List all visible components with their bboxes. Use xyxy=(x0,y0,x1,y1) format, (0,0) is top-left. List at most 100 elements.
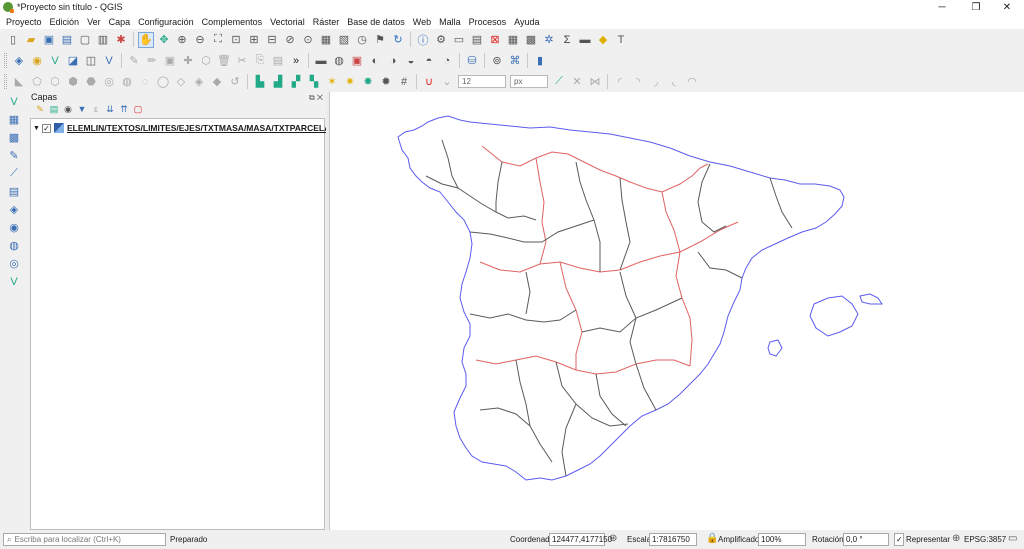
delete-selected-icon[interactable]: 🗑 xyxy=(216,53,232,69)
label-pin-star-icon[interactable]: ✶ xyxy=(324,74,340,90)
font-unit-dropdown[interactable]: px xyxy=(510,75,548,88)
layer-row[interactable]: ▼ ✓ ELEMLIN/TEXTOS/LIMITES/EJES/TXTMASA/… xyxy=(33,122,337,134)
menu-configuracion[interactable]: Configuración xyxy=(134,17,198,27)
new-3d-view-icon[interactable]: ▧ xyxy=(336,32,352,48)
paste-features-icon[interactable]: ▤ xyxy=(270,53,286,69)
zoom-in-icon[interactable]: ⊕ xyxy=(174,32,190,48)
python-console-icon[interactable]: ⌘ xyxy=(507,53,523,69)
cross-icon[interactable]: ✕ xyxy=(569,74,585,90)
new-print-layout-icon[interactable]: ▢ xyxy=(77,32,93,48)
menu-raster[interactable]: Ráster xyxy=(309,17,344,27)
save-edits-icon[interactable]: ▣ xyxy=(162,53,178,69)
diagram-icon[interactable]: ◔ xyxy=(439,53,455,69)
zoom-full-icon[interactable]: ⛶ xyxy=(210,32,226,48)
data-source-manager-icon[interactable]: ◈ xyxy=(11,53,27,69)
menu-complementos[interactable]: Complementos xyxy=(198,17,267,27)
add-raster-icon[interactable]: ▦ xyxy=(5,113,23,126)
label-tool-icon[interactable]: ▬ xyxy=(313,53,329,69)
label-abc2-icon[interactable]: ▞ xyxy=(288,74,304,90)
move-feature-icon[interactable]: ⬡ xyxy=(47,74,63,90)
map-tips-icon[interactable]: ◆ xyxy=(595,32,611,48)
attribute-table-icon[interactable]: ▦ xyxy=(505,32,521,48)
deselect-icon[interactable]: ⊠ xyxy=(487,32,503,48)
refresh-icon[interactable]: ↻ xyxy=(390,32,406,48)
menu-base-de-datos[interactable]: Base de datos xyxy=(343,17,409,27)
add-part-icon[interactable]: ◍ xyxy=(119,74,135,90)
vertex-tool-icon[interactable]: ⬡ xyxy=(198,53,214,69)
rotation-spinbox[interactable]: 0,0 ° xyxy=(843,533,889,546)
coordinate-field[interactable]: 124477,4177150 xyxy=(549,533,612,546)
style-manager-icon[interactable]: ✱ xyxy=(113,32,129,48)
statistics-sigma-icon[interactable]: Σ xyxy=(559,32,575,48)
pan-map-icon[interactable]: ✋ xyxy=(138,31,154,48)
delete-part-icon[interactable]: ◇ xyxy=(173,74,189,90)
add-mesh-layer-icon[interactable]: ◫ xyxy=(83,53,99,69)
bookmark-icon[interactable]: ⚑ xyxy=(372,32,388,48)
run-action-icon[interactable]: ⚙ xyxy=(433,32,449,48)
manage-visibility-icon[interactable]: ◉ xyxy=(62,103,74,115)
split-parts-icon[interactable]: ◟ xyxy=(666,74,682,90)
add-wfs-icon[interactable]: ◉ xyxy=(5,221,23,234)
vertex-editor-icon[interactable]: ◝ xyxy=(630,74,646,90)
toggle-editing-icon[interactable]: ✏ xyxy=(144,53,160,69)
new-project-icon[interactable]: ▯ xyxy=(5,32,21,48)
menu-procesos[interactable]: Procesos xyxy=(465,17,511,27)
identify-icon[interactable]: ⓘ xyxy=(415,32,431,48)
menu-vectorial[interactable]: Vectorial xyxy=(266,17,309,27)
current-edits-icon[interactable]: ✎ xyxy=(126,53,142,69)
add-group-icon[interactable]: ▤ xyxy=(48,103,60,115)
render-checkbox[interactable]: ✓ xyxy=(894,533,904,546)
label-pin-icon[interactable]: ◍ xyxy=(331,53,347,69)
reshape-icon[interactable]: ◈ xyxy=(191,74,207,90)
new-geopackage-icon[interactable]: ◉ xyxy=(29,53,45,69)
reverse-line-icon[interactable]: ↺ xyxy=(227,74,243,90)
minimize-button[interactable]: ─ xyxy=(925,0,959,14)
filter-legend-icon[interactable]: ▼ xyxy=(76,103,88,115)
add-virtual-icon[interactable]: ▤ xyxy=(5,185,23,198)
map-canvas[interactable] xyxy=(329,92,1024,530)
field-calculator-icon[interactable]: ▩ xyxy=(523,32,539,48)
locator-search-input[interactable]: ⌕ Escriba para localizar (Ctrl+K) xyxy=(3,533,166,546)
save-project-icon[interactable]: ▣ xyxy=(41,32,57,48)
zoom-last-icon[interactable]: ⊘ xyxy=(282,32,298,48)
menu-capa[interactable]: Capa xyxy=(105,17,135,27)
delete-ring-icon[interactable]: ◯ xyxy=(155,74,171,90)
label-abc-icon[interactable]: ▟ xyxy=(270,74,286,90)
processing-toolbox-icon[interactable]: ✲ xyxy=(541,32,557,48)
magnifier-spinbox[interactable]: 100% xyxy=(758,533,806,546)
text-annotation-icon[interactable]: T xyxy=(613,32,629,48)
zoom-out-icon[interactable]: ⊖ xyxy=(192,32,208,48)
font-size-spinbox[interactable]: 12 xyxy=(458,75,506,88)
select-features-icon[interactable]: ▭ xyxy=(451,32,467,48)
simplify-feature-icon[interactable]: ⬣ xyxy=(83,74,99,90)
select-by-value-icon[interactable]: ▤ xyxy=(469,32,485,48)
label-move-icon[interactable]: ◑ xyxy=(385,53,401,69)
panel-float-close-buttons[interactable]: ⧉ ✕ xyxy=(309,93,323,103)
menu-edicion[interactable]: Edición xyxy=(46,17,84,27)
split-icon[interactable]: ⋈ xyxy=(587,74,603,90)
menu-malla[interactable]: Malla xyxy=(435,17,465,27)
add-arcgis-icon[interactable]: ◎ xyxy=(5,257,23,270)
add-wms-icon[interactable]: ▩ xyxy=(5,131,23,144)
fill-ring-icon[interactable]: ◌ xyxy=(137,74,153,90)
offset-curve-icon[interactable]: ◆ xyxy=(209,74,225,90)
shape-digitize-icon[interactable]: ⬠ xyxy=(29,74,45,90)
add-vector-layer-icon[interactable]: V xyxy=(47,53,63,69)
grid-icon[interactable]: # xyxy=(396,74,412,90)
layer-name[interactable]: ELEMLIN/TEXTOS/LIMITES/EJES/TXTMASA/MASA… xyxy=(67,123,337,133)
label-rotate-icon[interactable]: ◒ xyxy=(403,53,419,69)
label-pin-star2-icon[interactable]: ✷ xyxy=(342,74,358,90)
layer-style-icon[interactable]: ✎ xyxy=(34,103,46,115)
pan-to-selection-icon[interactable]: ✥ xyxy=(156,32,172,48)
zoom-next-icon[interactable]: ⊙ xyxy=(300,32,316,48)
expand-arrow-icon[interactable]: ▼ xyxy=(33,125,42,132)
rotate-point-icon[interactable]: ◠ xyxy=(684,74,700,90)
georeferencer-icon[interactable]: ⊚ xyxy=(489,53,505,69)
snapping-options-icon[interactable]: ⌄ xyxy=(439,74,455,90)
add-delimited-icon[interactable]: ⟋ xyxy=(5,167,23,180)
remove-layer-icon[interactable]: ▢ xyxy=(132,103,144,115)
menu-proyecto[interactable]: Proyecto xyxy=(2,17,46,27)
zoom-selection-icon[interactable]: ⊡ xyxy=(228,32,244,48)
add-vector-icon[interactable]: V xyxy=(5,95,23,108)
add-feature-icon[interactable]: ✚ xyxy=(180,53,196,69)
